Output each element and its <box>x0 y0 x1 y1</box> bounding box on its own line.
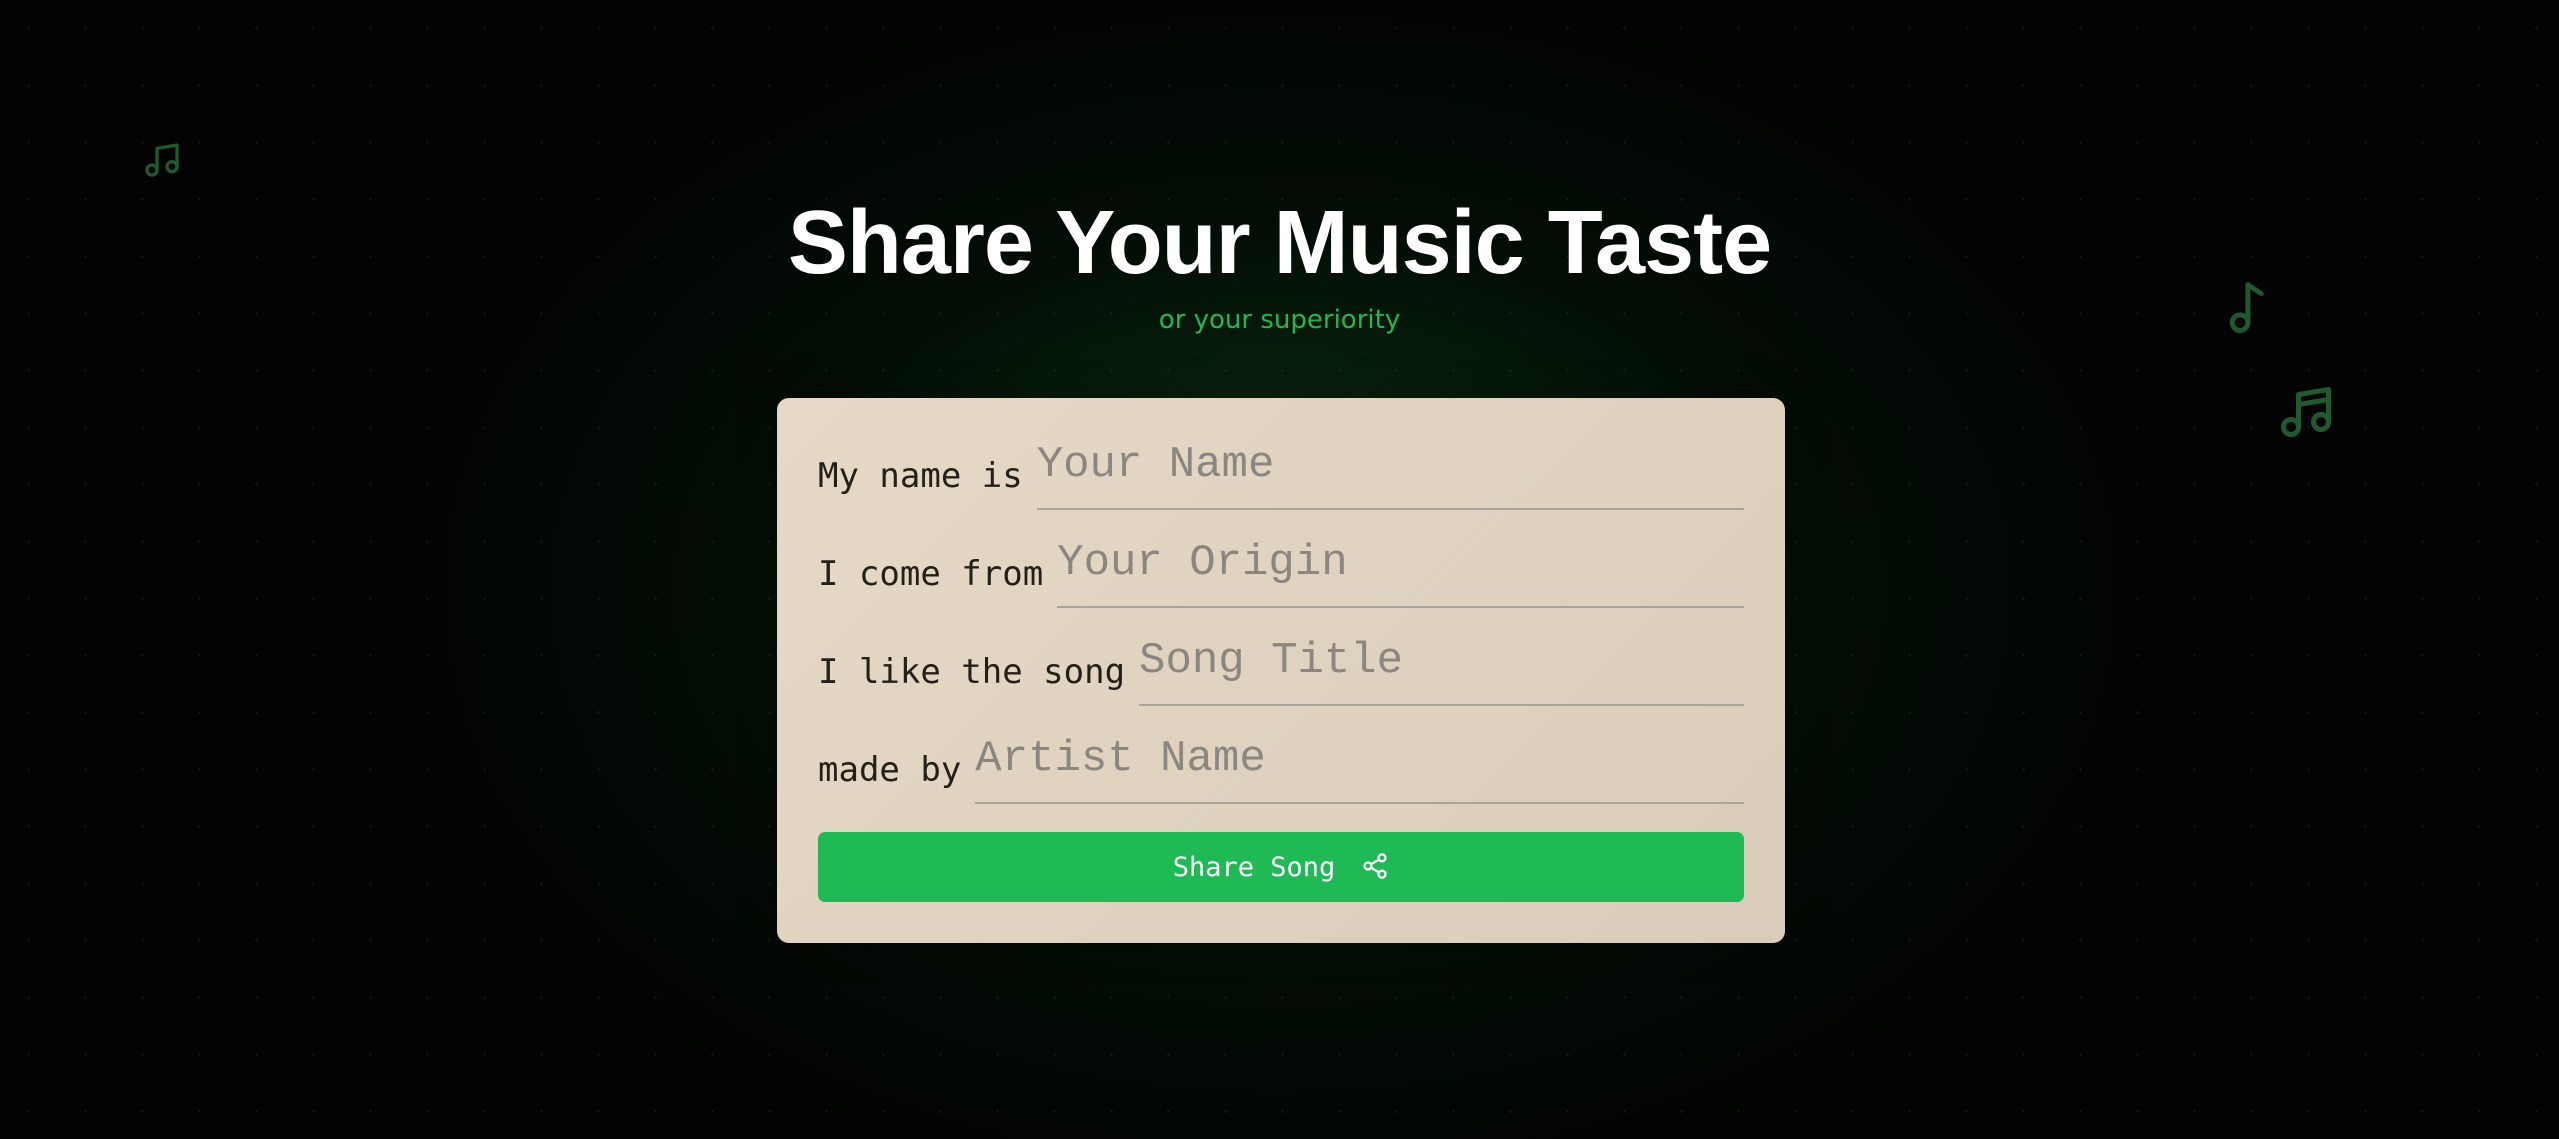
song-row: I like the song <box>818 626 1744 706</box>
music-notes-icon <box>142 140 182 180</box>
music-notes-icon <box>2276 382 2336 442</box>
artist-row: made by <box>818 724 1744 804</box>
artist-name-input[interactable] <box>975 724 1744 804</box>
name-input[interactable] <box>1036 430 1744 510</box>
share-song-button-label: Share Song <box>1172 851 1336 883</box>
page-title: Share Your Music Taste <box>787 193 1772 293</box>
origin-label: I come from <box>818 554 1044 594</box>
artist-label: made by <box>818 750 962 790</box>
song-title-input[interactable] <box>1139 626 1744 706</box>
name-label: My name is <box>818 456 1023 496</box>
share-song-form: My name is I come from I like the song m… <box>777 398 1785 943</box>
share-icon <box>1361 852 1389 883</box>
origin-row: I come from <box>818 528 1744 608</box>
name-row: My name is <box>818 430 1744 510</box>
origin-input[interactable] <box>1057 528 1744 608</box>
share-song-button[interactable]: Share Song <box>818 832 1744 902</box>
song-label: I like the song <box>818 652 1126 692</box>
page-subtitle: or your superiority <box>1158 305 1401 335</box>
